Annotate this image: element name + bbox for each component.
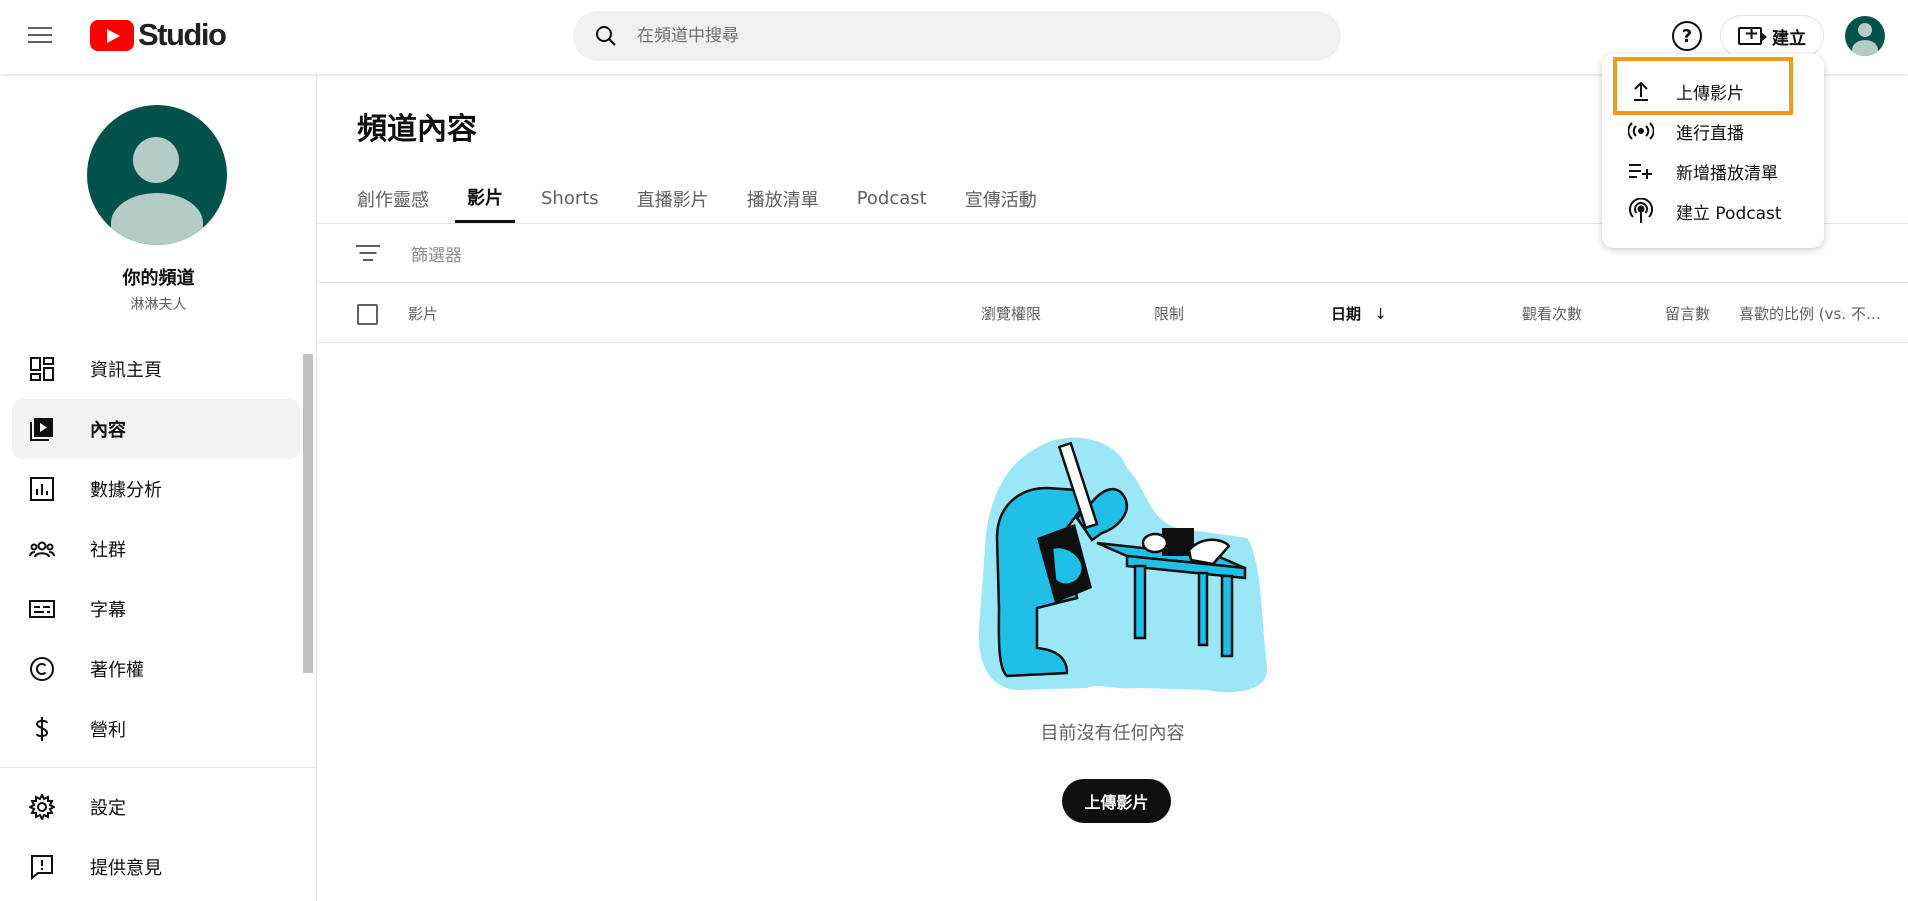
tab-inspiration[interactable]: 創作靈感 [357, 174, 441, 223]
column-comments[interactable]: 留言數 [1665, 303, 1710, 324]
analytics-icon [29, 476, 55, 502]
sidebar-item-label: 內容 [90, 420, 126, 441]
subtitles-icon [29, 596, 55, 622]
sidebar-item-subtitles[interactable]: 字幕 [12, 579, 300, 639]
sidebar-item-label: 提供意見 [90, 858, 162, 879]
add-playlist-icon [1628, 158, 1654, 184]
channel-title: 你的頻道 [122, 268, 195, 289]
sidebar-item-label: 字幕 [90, 600, 126, 621]
filter-icon[interactable] [355, 242, 381, 264]
live-icon [1628, 118, 1654, 144]
menu-item-create-podcast[interactable]: 建立 Podcast [1612, 191, 1814, 231]
sidebar: 你的頻道 淋淋夫人 資訊主頁 內容 數據分析 社群 字幕 著作權 營利 設定 提… [0, 74, 317, 901]
sidebar-item-label: 數據分析 [90, 480, 162, 501]
monetization-icon [29, 716, 55, 742]
sidebar-bottom-nav: 設定 提供意見 [12, 777, 300, 897]
sidebar-nav: 資訊主頁 內容 數據分析 社群 字幕 著作權 營利 [12, 339, 300, 759]
sidebar-item-label: 社群 [90, 540, 126, 561]
tab-podcast[interactable]: Podcast [845, 174, 939, 223]
column-views[interactable]: 觀看次數 [1522, 303, 1582, 324]
filter-input[interactable]: 篩選器 [411, 241, 462, 266]
page-title: 頻道內容 [357, 112, 477, 147]
select-all-checkbox[interactable] [357, 304, 378, 325]
column-date-label: 日期 [1331, 305, 1362, 323]
menu-icon[interactable] [28, 22, 58, 52]
sidebar-item-monetization[interactable]: 營利 [12, 699, 300, 759]
sidebar-item-label: 資訊主頁 [90, 360, 162, 381]
menu-item-label: 新增播放清單 [1676, 163, 1778, 184]
account-avatar[interactable] [1845, 16, 1885, 56]
scrollbar-thumb[interactable] [303, 354, 313, 673]
copyright-icon [29, 656, 55, 682]
column-video: 影片 [408, 305, 439, 323]
empty-state-illustration [977, 428, 1273, 696]
menu-item-new-playlist[interactable]: 新增播放清單 [1612, 151, 1814, 191]
sidebar-item-label: 營利 [90, 720, 126, 741]
column-restrictions[interactable]: 限制 [1154, 303, 1184, 324]
sidebar-item-label: 設定 [90, 798, 126, 819]
column-likes[interactable]: 喜歡的比例 (vs. 不… [1739, 303, 1881, 324]
settings-icon [27, 792, 57, 822]
sidebar-item-settings[interactable]: 設定 [12, 777, 300, 837]
content-tabs: 創作靈感 影片 Shorts 直播影片 播放清單 Podcast 宣傳活動 [357, 174, 1063, 224]
tab-playlists[interactable]: 播放清單 [735, 174, 831, 223]
dashboard-icon [29, 356, 55, 382]
column-visibility[interactable]: 瀏覽權限 [981, 303, 1041, 324]
podcast-icon [1628, 198, 1654, 224]
sidebar-item-content[interactable]: 內容 [12, 399, 300, 459]
sidebar-item-label: 著作權 [90, 660, 144, 681]
tab-shorts[interactable]: Shorts [529, 174, 611, 223]
search-input[interactable] [637, 26, 1317, 46]
menu-item-label: 建立 Podcast [1676, 203, 1782, 224]
sidebar-item-feedback[interactable]: 提供意見 [12, 837, 300, 897]
empty-state-text: 目前沒有任何內容 [1040, 723, 1185, 744]
create-button[interactable]: 建立 [1720, 15, 1824, 57]
content-icon [29, 416, 55, 442]
menu-item-label: 進行直播 [1676, 123, 1744, 144]
menu-item-upload-video[interactable]: 上傳影片 [1612, 71, 1814, 111]
create-label: 建立 [1772, 28, 1806, 49]
feedback-icon [29, 854, 55, 881]
tab-videos[interactable]: 影片 [455, 174, 515, 223]
sidebar-item-copyright[interactable]: 著作權 [12, 639, 300, 699]
sidebar-scrollbar[interactable] [303, 348, 313, 673]
upload-icon [1628, 78, 1654, 104]
youtube-play-icon [90, 19, 134, 51]
search-icon [595, 25, 617, 47]
sidebar-item-analytics[interactable]: 數據分析 [12, 459, 300, 519]
help-icon[interactable]: ? [1672, 21, 1702, 51]
create-video-icon [1738, 23, 1767, 45]
channel-avatar[interactable] [87, 105, 227, 245]
logo-text: Studio [138, 17, 227, 52]
menu-item-go-live[interactable]: 進行直播 [1612, 111, 1814, 151]
create-menu: 上傳影片 進行直播 新增播放清單 建立 Podcast [1602, 54, 1824, 248]
studio-logo[interactable]: Studio [90, 17, 227, 53]
menu-item-label: 上傳影片 [1676, 83, 1744, 104]
table-header: 影片 瀏覽權限 限制 日期 ↓ 觀看次數 留言數 喜歡的比例 (vs. 不… [317, 283, 1908, 343]
tab-promotions[interactable]: 宣傳活動 [953, 174, 1049, 223]
community-icon [29, 536, 55, 562]
sidebar-divider [0, 767, 317, 768]
tab-live[interactable]: 直播影片 [625, 174, 721, 223]
sidebar-item-community[interactable]: 社群 [12, 519, 300, 579]
search-bar[interactable] [573, 11, 1341, 61]
sort-down-icon: ↓ [1374, 305, 1387, 323]
channel-name: 淋淋夫人 [130, 297, 187, 313]
upload-video-button[interactable]: 上傳影片 [1062, 779, 1171, 823]
sidebar-item-dashboard[interactable]: 資訊主頁 [12, 339, 300, 399]
column-date[interactable]: 日期 ↓ [1331, 303, 1387, 324]
